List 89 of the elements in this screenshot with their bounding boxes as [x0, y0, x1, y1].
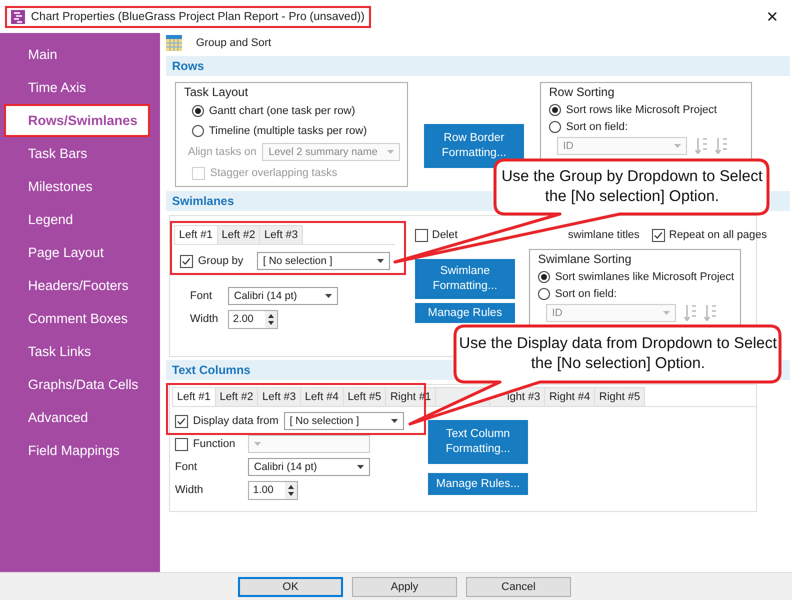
sidebar-item[interactable]: Task Bars: [4, 137, 150, 170]
checkbox-label: Display data from: [193, 415, 279, 427]
number-spinner[interactable]: 2.00: [228, 310, 278, 328]
app-icon: [11, 10, 25, 24]
dropdown-arrow-icon: [663, 311, 670, 315]
sidebar-item[interactable]: Advanced: [4, 401, 150, 434]
sidebar-item[interactable]: Field Mappings: [4, 434, 150, 467]
radio-label: Sort on field:: [566, 120, 628, 132]
tab[interactable]: Left #4: [300, 387, 344, 406]
tab[interactable]: Left #2: [216, 225, 260, 244]
sidebar-item[interactable]: Milestones: [4, 170, 150, 203]
radio-button[interactable]: [549, 104, 561, 116]
radio-label: Sort on field:: [555, 288, 617, 300]
sort-descending-icon: [704, 305, 716, 321]
field-label: Width: [175, 484, 204, 496]
tab[interactable]: Left #2: [214, 387, 258, 406]
checkbox[interactable]: [652, 228, 665, 242]
dialog-button[interactable]: OK: [238, 576, 343, 596]
group-title: Row Sorting: [549, 85, 614, 99]
radio-button[interactable]: [538, 270, 550, 282]
checkbox[interactable]: [175, 414, 188, 428]
sidebar-item[interactable]: Task Links: [4, 335, 150, 368]
tab[interactable]: Left #3: [257, 387, 301, 406]
section-header: Rows: [166, 56, 790, 76]
manage-rules-button[interactable]: Manage Rules...: [428, 473, 528, 495]
sidebar-item[interactable]: Rows/Swimlanes: [4, 104, 150, 137]
sidebar-item[interactable]: Headers/Footers: [4, 269, 150, 302]
checkbox-label: Stagger overlapping tasks: [210, 167, 338, 179]
font-dropdown[interactable]: Calibri (14 pt): [248, 458, 370, 476]
radio-button[interactable]: [549, 120, 561, 132]
checkbox-label: Group by: [198, 255, 244, 267]
dialog-button[interactable]: Apply: [352, 576, 457, 596]
dropdown-arrow-icon: [377, 259, 384, 263]
dropdown-arrow-icon: [387, 150, 394, 154]
radio-label: Sort rows like Microsoft Project: [566, 104, 717, 116]
dialog-button[interactable]: Cancel: [466, 576, 571, 596]
sidebar-item[interactable]: Page Layout: [4, 236, 150, 269]
sort-descending-icon: [715, 138, 727, 154]
callout-text: Use the Group by Dropdown to Select the [No selection] Option.: [500, 167, 764, 207]
tab[interactable]: Left #5: [342, 387, 386, 406]
dropdown-arrow-icon: [325, 294, 332, 298]
tab[interactable]: Left #3: [259, 225, 303, 244]
sidebar-item[interactable]: Main: [4, 38, 150, 71]
display-data-dropdown[interactable]: [ No selection ]: [284, 412, 404, 430]
tab[interactable]: Right #5: [594, 387, 646, 406]
dropdown-arrow-icon: [254, 442, 261, 446]
checkbox-label: swimlane titles: [568, 229, 641, 241]
tab[interactable]: Left #1: [172, 387, 216, 406]
close-button[interactable]: ✕: [758, 4, 787, 30]
checkbox-label: Delet: [432, 229, 459, 241]
swimlane-formatting-button[interactable]: Swimlane Formatting...: [415, 259, 515, 299]
dropdown-arrow-icon: [390, 419, 398, 423]
dropdown-arrow-icon: [674, 144, 681, 148]
sort-ascending-icon: [695, 138, 707, 154]
tab[interactable]: Right #4: [544, 387, 596, 406]
tab[interactable]: Left #1: [174, 225, 218, 244]
number-spinner[interactable]: 1.00: [248, 480, 298, 500]
radio-button[interactable]: [192, 105, 204, 117]
manage-rules-button[interactable]: Manage Rules: [415, 303, 515, 323]
checkbox[interactable]: [415, 228, 428, 242]
field-label: Font: [190, 290, 214, 302]
text-column-formatting-button[interactable]: Text Column Formatting...: [428, 420, 528, 464]
dropdown-arrow-icon: [357, 465, 364, 469]
callout-text: Use the Display data from Dropdown to Select the [No selection] Option.: [458, 334, 778, 374]
sidebar-item[interactable]: Legend: [4, 203, 150, 236]
window-title: Chart Properties (BlueGrass Project Plan Report - Pro (unsaved)): [5, 6, 371, 28]
field-label: Font: [175, 461, 198, 473]
group-title: Swimlane Sorting: [538, 252, 632, 266]
checkbox-label: Repeat on all pages: [669, 229, 767, 241]
checkbox-label: Function: [193, 438, 236, 450]
field-label: Width: [190, 313, 218, 325]
calendar-icon: [166, 35, 182, 51]
sidebar-item[interactable]: Time Axis: [4, 71, 150, 104]
group-by-dropdown[interactable]: [ No selection ]: [257, 252, 390, 270]
sidebar-item[interactable]: Graphs/Data Cells: [4, 368, 150, 401]
field-label: Align tasks on: [188, 146, 256, 158]
radio-button[interactable]: [192, 125, 204, 137]
radio-label: Sort swimlanes like Microsoft Project: [555, 270, 734, 282]
font-dropdown[interactable]: Calibri (14 pt): [228, 287, 338, 305]
checkbox[interactable]: [180, 254, 193, 268]
group-title: Task Layout: [184, 85, 248, 99]
checkbox[interactable]: [175, 438, 188, 450]
row-border-formatting-button[interactable]: Row Border Formatting...: [424, 124, 524, 168]
sidebar-item[interactable]: Comment Boxes: [4, 302, 150, 335]
sort-ascending-icon: [684, 305, 696, 321]
radio-label: Timeline (multiple tasks per row): [209, 125, 367, 137]
page-title: Group and Sort: [196, 37, 272, 49]
radio-button[interactable]: [538, 288, 550, 300]
radio-label: Gantt chart (one task per row): [209, 105, 356, 117]
